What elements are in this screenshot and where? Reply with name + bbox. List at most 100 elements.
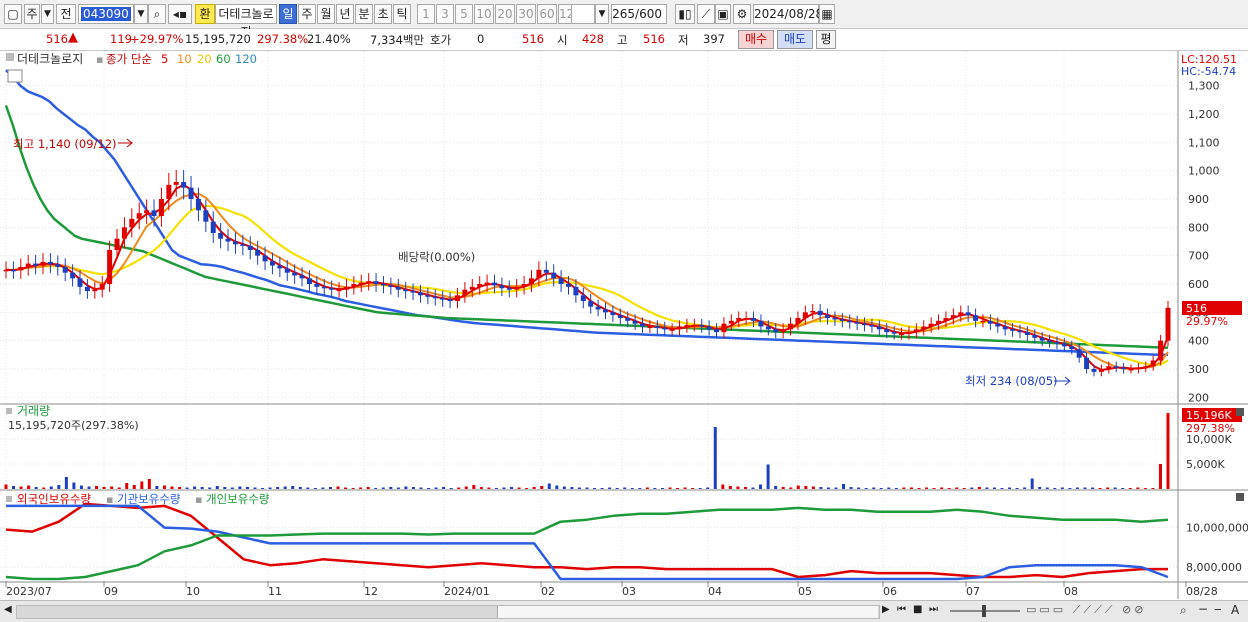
unit-dropdown-icon[interactable]: ▼ <box>41 4 54 24</box>
last-page-icon[interactable]: ⏭ <box>929 604 938 615</box>
line-icon[interactable]: ‒ <box>1214 602 1222 616</box>
volume-bar <box>766 464 770 489</box>
period-tab-1[interactable]: 주 <box>298 4 316 24</box>
zoom-slider-handle[interactable] <box>982 605 986 617</box>
candle-body <box>107 250 113 284</box>
period-tab-3[interactable]: 년 <box>336 4 354 24</box>
volume-bar <box>261 488 265 489</box>
drawing-tools-icons[interactable]: ▭▭▭ ⟋⟋⟋⟋ ⊘⊘ <box>1026 603 1146 617</box>
volume-bar <box>344 487 348 489</box>
volume-bar <box>427 488 431 489</box>
candle-body <box>677 326 683 330</box>
date-input[interactable]: 2024/08/28 <box>753 4 823 24</box>
period-tab-4[interactable]: 분 <box>355 4 373 24</box>
line-tool-icon[interactable]: ⟋ <box>697 4 715 24</box>
candle-body <box>1047 340 1053 343</box>
volume-bar <box>79 485 83 489</box>
search-icon[interactable]: ⌕ <box>148 4 166 24</box>
volume-bar <box>1158 464 1162 489</box>
candle-body <box>1032 335 1038 338</box>
hoga-price: 516 <box>522 32 544 46</box>
legend-ma60: 60 <box>216 52 231 66</box>
candle-body <box>869 325 875 327</box>
volume-bar <box>404 486 408 489</box>
candle-body <box>18 267 24 271</box>
volume-bar <box>374 488 378 489</box>
count-display[interactable]: 265/600 <box>611 4 667 24</box>
period-tab-6[interactable]: 틱 <box>393 4 411 24</box>
candle-body <box>1165 307 1171 341</box>
volume-bar <box>532 487 536 489</box>
candle-body <box>973 315 979 321</box>
eval-button[interactable]: 평 <box>816 30 836 49</box>
code-dropdown-icon[interactable]: ▼ <box>134 4 148 24</box>
low-price: 397 <box>703 32 725 46</box>
save-icon[interactable]: ▣ <box>715 4 731 24</box>
volume-bar <box>676 488 680 489</box>
period-tab-5[interactable]: 초 <box>374 4 392 24</box>
volume-bar <box>306 487 310 489</box>
low-annotation: 최저 234 (08/05) <box>965 374 1058 388</box>
volume-bar <box>321 487 325 489</box>
bottom-bar: ◀ ▶ ⏮ ■ ⏭ ▭▭▭ ⟋⟋⟋⟋ ⊘⊘ ⌕ − ‒ A <box>0 600 1248 622</box>
candle-icon[interactable]: ▮▯ <box>675 4 695 24</box>
interval-tab-60[interactable]: 60 <box>537 4 557 24</box>
interval-tab-10[interactable]: 10 <box>474 4 494 24</box>
volume-bar <box>140 481 144 489</box>
chart-layout-icon[interactable]: ▢ <box>4 4 22 24</box>
interval-tab-30[interactable]: 30 <box>516 4 536 24</box>
zoom-out-icon[interactable]: − <box>1198 602 1208 616</box>
legend-ma120: 120 <box>235 52 257 66</box>
volume-bar <box>162 485 166 489</box>
volume-bar <box>291 486 295 489</box>
volume-bar <box>894 488 898 489</box>
code-input[interactable]: 043090 <box>78 4 134 24</box>
font-icon[interactable]: A <box>1231 603 1239 617</box>
dividend-annotation: 배당락(0.00%) <box>398 250 475 264</box>
interval-input[interactable] <box>571 4 595 24</box>
scroll-right-icon[interactable]: ▶ <box>882 604 890 615</box>
calendar-icon[interactable]: ▦ <box>819 4 835 24</box>
candle-body <box>788 323 794 330</box>
candle-body <box>610 312 616 316</box>
volume-bar <box>472 485 476 489</box>
volume-bar <box>706 487 710 489</box>
scroll-left-icon[interactable]: ◀ <box>4 604 12 615</box>
stock-chart[interactable]: 2023/07 09 10 11 12 2024/01 02 03 04 05 06 07 08 08/2… <box>0 51 1248 601</box>
first-page-icon[interactable]: ⏮ <box>897 604 906 615</box>
candle-body <box>706 326 712 330</box>
volume-bar <box>849 487 853 489</box>
interval-tab-20[interactable]: 20 <box>495 4 515 24</box>
last-volume-label: 15,196K <box>1186 409 1232 422</box>
volume-bar <box>585 487 589 489</box>
interval-tab-3[interactable]: 3 <box>436 4 454 24</box>
interval-dropdown-icon[interactable]: ▼ <box>595 4 609 24</box>
sell-button[interactable]: 매도 <box>777 30 813 49</box>
period-tab-0[interactable]: 일 <box>279 4 297 24</box>
interval-tab-1[interactable]: 1 <box>417 4 435 24</box>
candle-body <box>765 326 771 330</box>
sound-icon[interactable]: ◂▪ <box>168 4 192 24</box>
volume-bar <box>796 485 800 489</box>
volume-bar <box>313 488 317 489</box>
currency-button[interactable]: 환 <box>195 4 215 24</box>
prefix-button[interactable]: 전 <box>56 4 76 24</box>
interval-tab-5[interactable]: 5 <box>455 4 473 24</box>
gear-icon[interactable]: ⚙ <box>733 4 751 24</box>
volume-bar <box>396 487 400 489</box>
stop-icon[interactable]: ■ <box>913 604 922 615</box>
horizontal-scrollbar[interactable] <box>16 605 880 619</box>
scroll-thumb[interactable] <box>497 606 878 618</box>
candle-body <box>751 318 757 321</box>
buy-button[interactable]: 매수 <box>738 30 774 49</box>
unit-select[interactable]: 주 <box>24 4 40 24</box>
candle-body <box>714 329 720 333</box>
volume-bar <box>879 488 883 489</box>
period-tab-2[interactable]: 월 <box>317 4 335 24</box>
zoom-icon[interactable]: ⌕ <box>1180 603 1187 618</box>
candle-body <box>536 269 542 279</box>
volume-bar <box>1068 488 1072 489</box>
stock-name: 더테크놀로지 <box>215 4 277 39</box>
volume-bar <box>630 488 634 489</box>
candle-body <box>3 269 9 272</box>
